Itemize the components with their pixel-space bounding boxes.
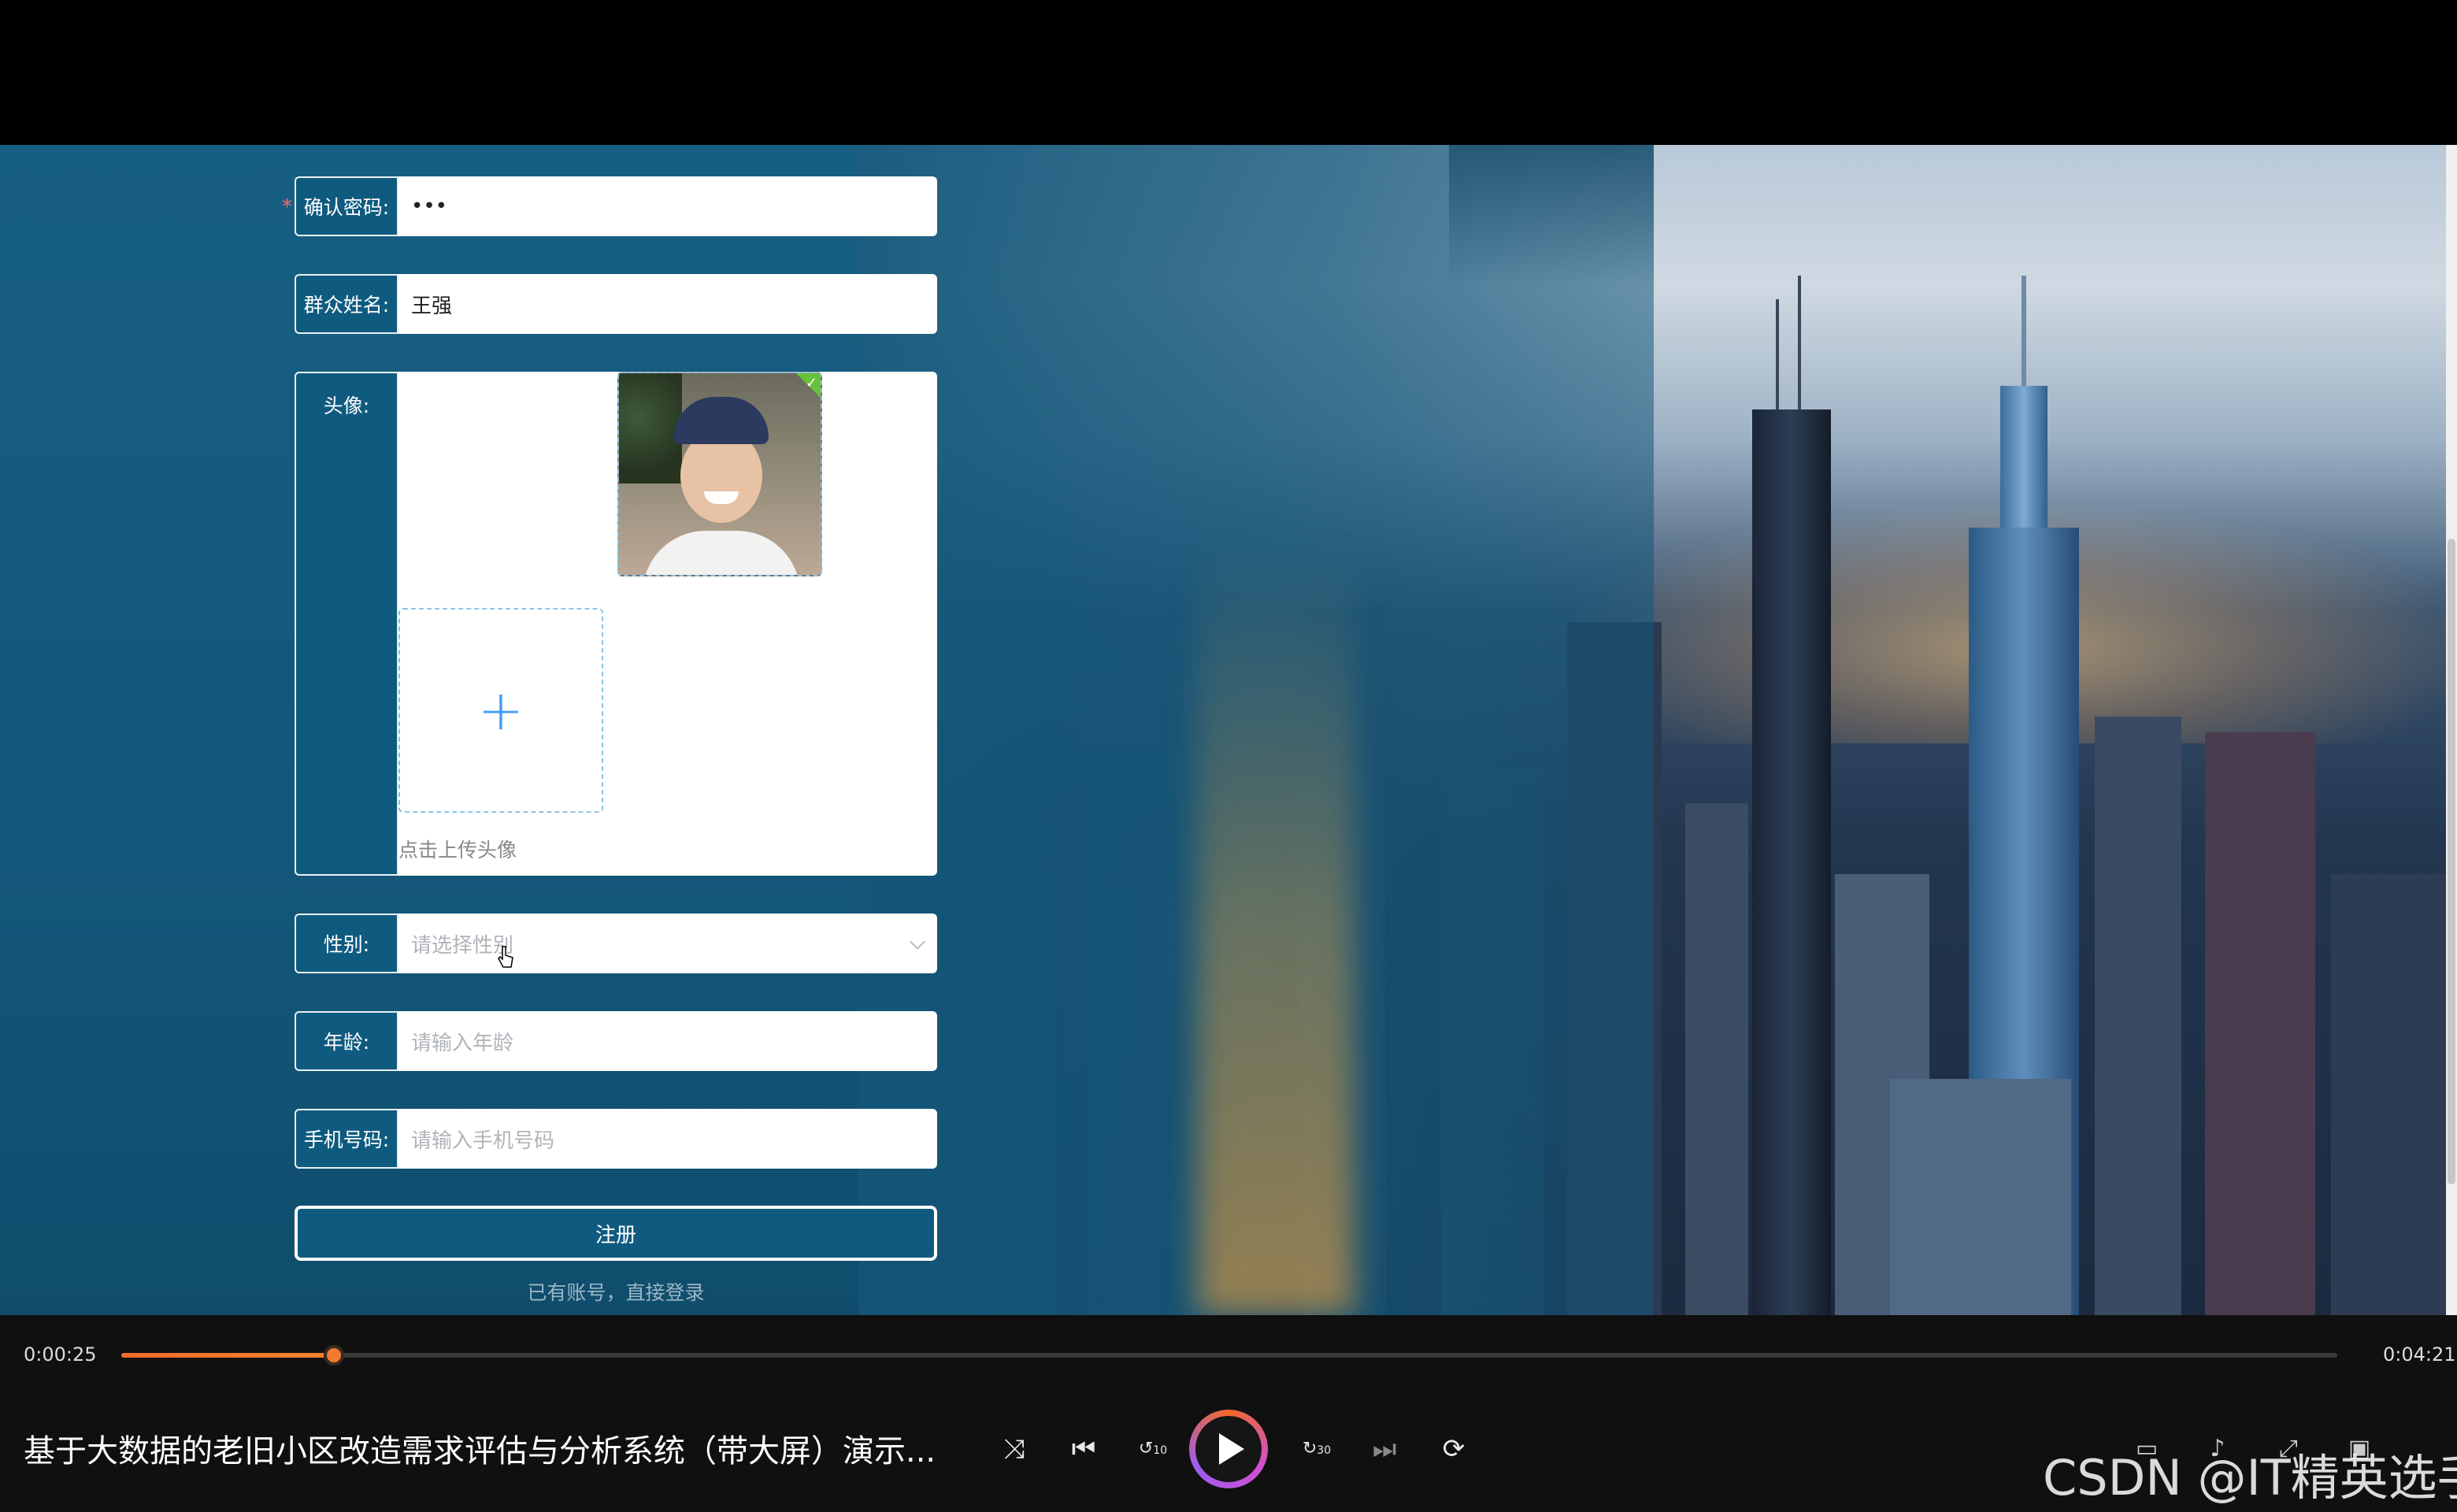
seek-thumb[interactable]: [324, 1345, 345, 1366]
overlay: [1449, 145, 1654, 287]
avatar-upload-hint: 点击上传头像: [398, 839, 517, 862]
total-time: 0:04:21: [2383, 1343, 2456, 1366]
scrollbar[interactable]: [2446, 145, 2457, 1315]
hand-cursor-icon: [498, 946, 513, 968]
rewind-10-icon[interactable]: ↺10: [1136, 1432, 1170, 1466]
building: [2331, 874, 2457, 1315]
building: [1890, 1079, 2071, 1315]
skip-next-icon[interactable]: ⏭: [1367, 1432, 1402, 1466]
gender-label: 性别:: [295, 914, 398, 973]
building: [2205, 732, 2315, 1315]
seek-progress: [121, 1353, 335, 1358]
name-field[interactable]: 群众姓名: 王强: [295, 274, 937, 334]
gender-select[interactable]: 性别: 请选择性别: [295, 914, 937, 973]
name-label: 群众姓名:: [295, 274, 398, 334]
confirm-password-label: 确认密码:: [295, 176, 398, 236]
forward-30-icon[interactable]: ↻30: [1299, 1432, 1334, 1466]
avatar-image[interactable]: ✓: [617, 372, 822, 576]
required-mark: *: [282, 195, 292, 219]
shuffle-icon[interactable]: ⤨: [997, 1432, 1032, 1466]
age-input[interactable]: 请输入年龄: [411, 1011, 513, 1071]
age-field[interactable]: 年龄: 请输入年龄: [295, 1011, 937, 1071]
repeat-off-icon[interactable]: ⟳: [1436, 1432, 1471, 1466]
confirm-password-field[interactable]: 确认密码: •••: [295, 176, 937, 236]
street-glow: [1197, 539, 1354, 1315]
building: [2095, 717, 2181, 1315]
play-button[interactable]: [1189, 1410, 1268, 1488]
watermark: CSDN @IT精英选手: [2043, 1449, 2457, 1506]
photo-cap: [674, 397, 769, 444]
current-time: 0:00:25: [24, 1343, 97, 1366]
photo-plant: [619, 373, 682, 484]
phone-input[interactable]: 请输入手机号码: [411, 1109, 554, 1169]
seek-bar[interactable]: [121, 1345, 2337, 1366]
login-link[interactable]: 已有账号，直接登录: [0, 1277, 1232, 1306]
play-icon: [1195, 1416, 1262, 1482]
name-input[interactable]: 王强: [411, 274, 452, 334]
skip-previous-icon[interactable]: ⏮: [1066, 1432, 1101, 1466]
plus-icon: +: [477, 678, 524, 743]
confirm-password-input[interactable]: •••: [411, 176, 447, 236]
avatar-upload-button[interactable]: +: [398, 608, 603, 813]
phone-field[interactable]: 手机号码: 请输入手机号码: [295, 1109, 937, 1169]
video-title: 基于大数据的老旧小区改造需求评估与分析系统（带大屏）演示...: [24, 1433, 936, 1469]
phone-label: 手机号码:: [295, 1109, 398, 1169]
check-icon: ✓: [805, 375, 817, 391]
scrollbar-thumb[interactable]: [2448, 539, 2455, 1184]
chevron-down-icon[interactable]: [910, 934, 925, 950]
forward-label: 30: [1317, 1444, 1332, 1457]
age-label: 年龄:: [295, 1011, 398, 1071]
avatar-field: 头像: ✓ + 点击上传头像: [295, 372, 937, 876]
avatar-label: 头像:: [295, 372, 398, 876]
skyscraper: [1752, 410, 1831, 1315]
building: [1685, 803, 1748, 1315]
media-player-bar: 0:00:25 0:04:21 基于大数据的老旧小区改造需求评估与分析系统（带大…: [0, 1315, 2457, 1512]
register-button[interactable]: 注册: [295, 1206, 937, 1261]
photo-shirt: [643, 531, 800, 575]
rewind-label: 10: [1153, 1444, 1168, 1457]
